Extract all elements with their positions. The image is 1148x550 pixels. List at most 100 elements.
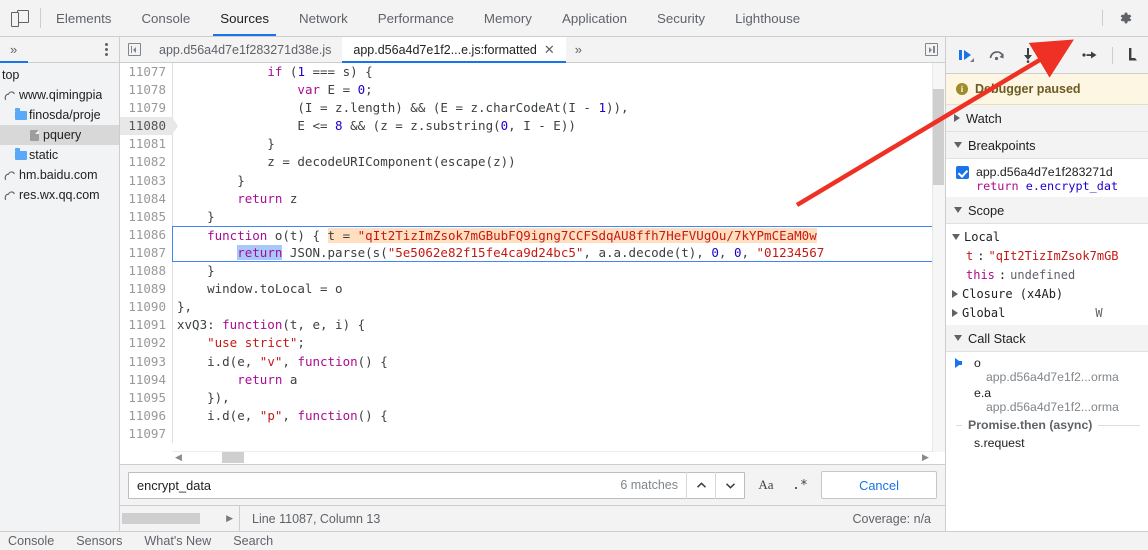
- step-into-next-function-call-button[interactable]: [1018, 45, 1038, 65]
- tree-item-www-qimingpia[interactable]: www.qimingpia: [0, 85, 119, 105]
- navigator-status-scroll[interactable]: ▶: [120, 506, 240, 531]
- line-number[interactable]: 11081: [120, 135, 172, 154]
- line-number[interactable]: 11092: [120, 334, 172, 353]
- scrollbar-thumb[interactable]: [933, 89, 944, 185]
- line-number[interactable]: 11084: [120, 189, 172, 208]
- code-editor[interactable]: 11077 if (1 === s) {11078 var E = 0; 1107…: [120, 63, 945, 464]
- line-number[interactable]: 11085: [120, 207, 172, 226]
- line-number[interactable]: 11080: [120, 117, 178, 136]
- line-number[interactable]: 11079: [120, 99, 172, 118]
- scroll-tabs-right-button[interactable]: [917, 37, 945, 62]
- tab-lighthouse[interactable]: Lighthouse: [720, 0, 815, 36]
- code-line[interactable]: 11084 return z: [120, 189, 945, 208]
- drawer-tab-what-s-new[interactable]: What's New: [144, 532, 211, 548]
- editor-horizontal-scrollbar[interactable]: [172, 451, 932, 464]
- resume-script-execution-button[interactable]: [956, 45, 976, 65]
- toggle-device-toolbar-button[interactable]: [0, 0, 40, 36]
- code-line[interactable]: 11096 i.d(e, "p", function() {: [120, 406, 945, 425]
- line-number[interactable]: 11091: [120, 316, 172, 335]
- watch-section-header[interactable]: Watch: [946, 105, 1148, 132]
- tab-memory[interactable]: Memory: [469, 0, 547, 36]
- tab-elements[interactable]: Elements: [41, 0, 126, 36]
- line-number[interactable]: 11090: [120, 298, 172, 317]
- step-button[interactable]: [1080, 45, 1100, 65]
- code-line[interactable]: 11092 "use strict";: [120, 334, 945, 353]
- cancel-button[interactable]: Cancel: [821, 471, 937, 499]
- scrollbar-thumb[interactable]: [222, 452, 244, 463]
- navigator-menu-button[interactable]: [100, 41, 113, 58]
- code-line[interactable]: 11085 }: [120, 207, 945, 226]
- call-stack-section-header[interactable]: Call Stack: [946, 325, 1148, 352]
- code-line[interactable]: 11090},: [120, 298, 945, 317]
- breakpoint-item[interactable]: app.d56a4d7e1f283271d: [946, 163, 1148, 179]
- search-field-wrapper[interactable]: 6 matches: [128, 471, 745, 499]
- search-input[interactable]: [137, 477, 621, 493]
- drawer-tab-search[interactable]: Search: [233, 532, 273, 548]
- code-line[interactable]: 11094 return a: [120, 370, 945, 389]
- tree-item-top[interactable]: top: [0, 65, 119, 85]
- code-line[interactable]: 11077 if (1 === s) {: [120, 63, 945, 82]
- tree-item-res-wx-qq-com[interactable]: res.wx.qq.com: [0, 185, 119, 205]
- settings-button[interactable]: [1111, 4, 1139, 32]
- code-line[interactable]: 11083 }: [120, 171, 945, 190]
- code-line[interactable]: 11078 var E = 0;: [120, 81, 945, 100]
- line-number[interactable]: 11083: [120, 171, 172, 190]
- code-line[interactable]: 11088 }: [120, 262, 945, 281]
- editor-vertical-scrollbar[interactable]: [932, 63, 945, 452]
- code-line[interactable]: 11080 E <= 8 && (z = z.substring(0, I - …: [120, 117, 945, 136]
- tree-item-static[interactable]: static: [0, 145, 119, 165]
- file-tab-1[interactable]: app.d56a4d7e1f283271d38e.js: [148, 37, 342, 62]
- line-number[interactable]: 11087: [120, 243, 172, 263]
- tab-network[interactable]: Network: [284, 0, 363, 36]
- code-line[interactable]: 11095 }),: [120, 388, 945, 407]
- tab-console[interactable]: Console: [126, 0, 205, 36]
- breakpoint-checkbox[interactable]: [956, 166, 969, 179]
- drawer-tab-console[interactable]: Console: [8, 532, 54, 548]
- search-next-button[interactable]: [715, 471, 744, 499]
- scope-group-global[interactable]: Global W: [946, 303, 1148, 322]
- code-line[interactable]: 11082 z = decodeURIComponent(escape(z)): [120, 153, 945, 172]
- scope-section-header[interactable]: Scope: [946, 197, 1148, 224]
- tab-performance[interactable]: Performance: [363, 0, 469, 36]
- code-line[interactable]: 11081 }: [120, 135, 945, 154]
- line-number[interactable]: 11097: [120, 424, 172, 443]
- code-line[interactable]: 11079 (I = z.length) && (E = z.charCodeA…: [120, 99, 945, 118]
- line-number[interactable]: 11095: [120, 388, 172, 407]
- tab-sources[interactable]: Sources: [205, 0, 284, 36]
- step-out-of-current-function-button[interactable]: [1049, 45, 1069, 65]
- drawer-tab-sensors[interactable]: Sensors: [76, 532, 122, 548]
- code-line[interactable]: 11087 return JSON.parse(s("5e5062e82f15f…: [120, 243, 945, 263]
- line-number[interactable]: 11077: [120, 63, 172, 82]
- file-tab-2[interactable]: app.d56a4d7e1f2...e.js:formatted ✕: [342, 37, 567, 63]
- scroll-left-arrow-icon[interactable]: ◀: [172, 451, 185, 464]
- scope-variable[interactable]: this: undefined: [946, 265, 1148, 284]
- scope-group-local[interactable]: Local: [946, 227, 1148, 246]
- line-number[interactable]: 11088: [120, 262, 172, 281]
- scroll-right-arrow-icon[interactable]: ▶: [226, 513, 233, 524]
- breakpoints-section-header[interactable]: Breakpoints: [946, 132, 1148, 159]
- line-number[interactable]: 11082: [120, 153, 172, 172]
- use-regex-button[interactable]: .*: [787, 473, 813, 497]
- scope-group-closure[interactable]: Closure (x4Ab): [946, 284, 1148, 303]
- tree-item-finosda-proje[interactable]: finosda/proje: [0, 105, 119, 125]
- code-line[interactable]: 11091 xvQ3: function(t, e, i) {: [120, 316, 945, 335]
- call-stack-frame[interactable]: o app.d56a4d7e1f2...orma: [946, 355, 1148, 385]
- tree-item-hm-baidu-com[interactable]: hm.baidu.com: [0, 165, 119, 185]
- tab-security[interactable]: Security: [642, 0, 720, 36]
- scroll-tabs-left-button[interactable]: [120, 37, 148, 62]
- scrollbar-thumb[interactable]: [122, 513, 200, 524]
- call-stack-frame[interactable]: e.a app.d56a4d7e1f2...orma: [946, 385, 1148, 415]
- line-number[interactable]: 11078: [120, 81, 172, 100]
- code-line[interactable]: 11097: [120, 424, 945, 443]
- tree-item-pquery[interactable]: pquery: [0, 125, 119, 145]
- scope-variable[interactable]: t: "qIt2TizImZsok7mGB: [946, 246, 1148, 265]
- scroll-right-arrow-icon[interactable]: ▶: [919, 451, 932, 464]
- tab-application[interactable]: Application: [547, 0, 642, 36]
- line-number[interactable]: 11094: [120, 370, 172, 389]
- code-line[interactable]: 11089 window.toLocal = o: [120, 280, 945, 299]
- line-number[interactable]: 11096: [120, 406, 172, 425]
- code-line[interactable]: 11086 function o(t) { t = "qIt2TizImZsok…: [120, 225, 945, 244]
- deactivate-breakpoints-button[interactable]: [1125, 45, 1145, 65]
- call-stack-frame[interactable]: s.request: [946, 435, 1148, 451]
- close-icon[interactable]: ✕: [544, 43, 555, 56]
